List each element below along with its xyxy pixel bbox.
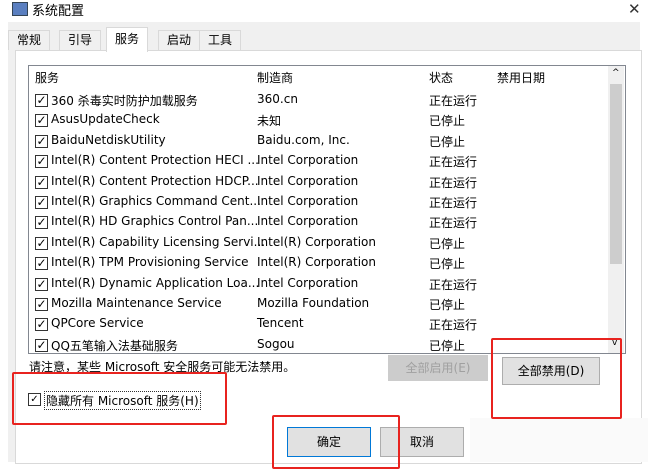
service-status: 正在运行: [429, 155, 478, 170]
service-row[interactable]: ✓ Intel(R) Capability Licensing Servi...…: [29, 233, 607, 253]
column-header-manufacturer[interactable]: 制造商: [257, 69, 293, 86]
blurred-area: [470, 418, 648, 462]
tab-0[interactable]: 常规: [8, 30, 51, 50]
tab-2[interactable]: 服务: [106, 27, 149, 52]
service-status: 正在运行: [429, 196, 478, 210]
tab-1[interactable]: 引导: [59, 30, 102, 50]
service-checkbox[interactable]: ✓: [35, 175, 48, 189]
service-status: 正在运行: [429, 175, 478, 190]
service-row[interactable]: ✓ Intel(R) Dynamic Application Loa... In…: [29, 274, 607, 294]
service-status: 已停止: [429, 114, 466, 129]
service-status: 已停止: [429, 134, 466, 149]
service-name: QQ五笔输入法基础服务: [51, 338, 178, 353]
service-name: Intel(R) TPM Provisioning Service: [51, 255, 249, 270]
service-manufacturer: Intel Corporation: [257, 275, 359, 290]
scroll-thumb[interactable]: [610, 84, 622, 264]
service-name: AsusUpdateCheck: [51, 112, 160, 127]
service-checkbox[interactable]: ✓: [35, 257, 48, 271]
service-manufacturer: Mozilla Foundation: [257, 296, 370, 310]
enable-all-button[interactable]: 全部启用(E): [388, 355, 488, 381]
service-checkbox[interactable]: ✓: [35, 94, 48, 107]
service-name: Intel(R) HD Graphics Control Pan...: [51, 214, 259, 229]
service-name: Intel(R) Graphics Command Cent...: [51, 194, 261, 208]
highlight-disable-all: [491, 338, 622, 419]
service-row[interactable]: ✓ Intel(R) TPM Provisioning Service Inte…: [29, 253, 607, 273]
tab-4[interactable]: 工具: [199, 30, 242, 50]
service-row[interactable]: ✓ Intel(R) HD Graphics Control Pan... In…: [29, 212, 607, 232]
service-status: 正在运行: [429, 216, 478, 231]
service-status: 已停止: [429, 298, 466, 312]
service-manufacturer: 未知: [257, 114, 282, 129]
service-status: 正在运行: [429, 277, 478, 292]
service-checkbox[interactable]: ✓: [35, 216, 48, 230]
service-checkbox[interactable]: ✓: [35, 155, 48, 169]
service-manufacturer: Baidu.com, Inc.: [257, 132, 350, 147]
service-status: 已停止: [429, 257, 466, 272]
service-name: Intel(R) Content Protection HECI ...: [51, 153, 259, 168]
service-manufacturer: 360.cn: [257, 92, 298, 106]
service-checkbox[interactable]: ✓: [35, 318, 48, 332]
window-title: 系统配置: [32, 4, 85, 19]
service-manufacturer: Sogou: [257, 336, 295, 351]
close-button[interactable]: ✕: [628, 0, 641, 18]
highlight-hide-ms: [12, 372, 227, 425]
service-checkbox[interactable]: ✓: [35, 114, 48, 128]
service-status: 正在运行: [429, 318, 478, 333]
service-row[interactable]: ✓ BaiduNetdiskUtility Baidu.com, Inc. 已停…: [29, 131, 607, 151]
scrollbar[interactable]: ^ v: [608, 66, 624, 353]
service-name: QPCore Service: [51, 316, 144, 331]
service-checkbox[interactable]: ✓: [35, 338, 48, 352]
service-status: 正在运行: [429, 94, 478, 108]
service-row[interactable]: ✓ Intel(R) Content Protection HDCP... In…: [29, 172, 607, 192]
service-name: Intel(R) Dynamic Application Loa...: [51, 275, 260, 290]
tab-3[interactable]: 启动: [158, 30, 201, 50]
service-checkbox[interactable]: ✓: [35, 134, 48, 148]
service-manufacturer: Tencent: [257, 316, 304, 331]
column-header-disable-date[interactable]: 禁用日期: [497, 69, 545, 86]
service-manufacturer: Intel(R) Corporation: [257, 255, 376, 270]
service-name: 360 杀毒实时防护加载服务: [51, 94, 198, 108]
column-header-service[interactable]: 服务: [35, 69, 59, 86]
service-row[interactable]: ✓ Mozilla Maintenance Service Mozilla Fo…: [29, 294, 607, 314]
service-checkbox[interactable]: ✓: [35, 196, 48, 209]
title-bar: 系统配置 ✕: [0, 0, 648, 22]
service-manufacturer: Intel Corporation: [257, 214, 359, 229]
service-name: Intel(R) Capability Licensing Servi...: [51, 234, 266, 249]
column-header-status[interactable]: 状态: [429, 69, 453, 86]
service-checkbox[interactable]: ✓: [35, 236, 48, 250]
services-list: 服务 制造商 状态 禁用日期 ✓ 360 杀毒实时防护加载服务 360.cn 正…: [28, 65, 626, 354]
service-row[interactable]: ✓ AsusUpdateCheck 未知 已停止: [29, 110, 607, 130]
service-manufacturer: Intel Corporation: [257, 153, 359, 168]
service-name: Intel(R) Content Protection HDCP...: [51, 173, 259, 188]
service-status: 已停止: [429, 338, 466, 353]
service-checkbox[interactable]: ✓: [35, 298, 48, 311]
service-row[interactable]: ✓ Intel(R) Graphics Command Cent... Inte…: [29, 192, 607, 212]
scroll-up-icon[interactable]: ^: [612, 68, 620, 78]
highlight-ok: [272, 415, 400, 469]
service-status: 已停止: [429, 236, 466, 251]
service-row[interactable]: ✓ Intel(R) Content Protection HECI ... I…: [29, 151, 607, 171]
service-row[interactable]: ✓ 360 杀毒实时防护加载服务 360.cn 正在运行: [29, 90, 607, 110]
service-name: Mozilla Maintenance Service: [51, 296, 222, 310]
service-name: BaiduNetdiskUtility: [51, 132, 166, 147]
service-manufacturer: Intel Corporation: [257, 194, 359, 208]
service-manufacturer: Intel(R) Corporation: [257, 234, 376, 249]
service-manufacturer: Intel Corporation: [257, 173, 359, 188]
service-row[interactable]: ✓ QPCore Service Tencent 正在运行: [29, 314, 607, 334]
system-config-icon: [12, 2, 28, 16]
service-checkbox[interactable]: ✓: [35, 277, 48, 291]
